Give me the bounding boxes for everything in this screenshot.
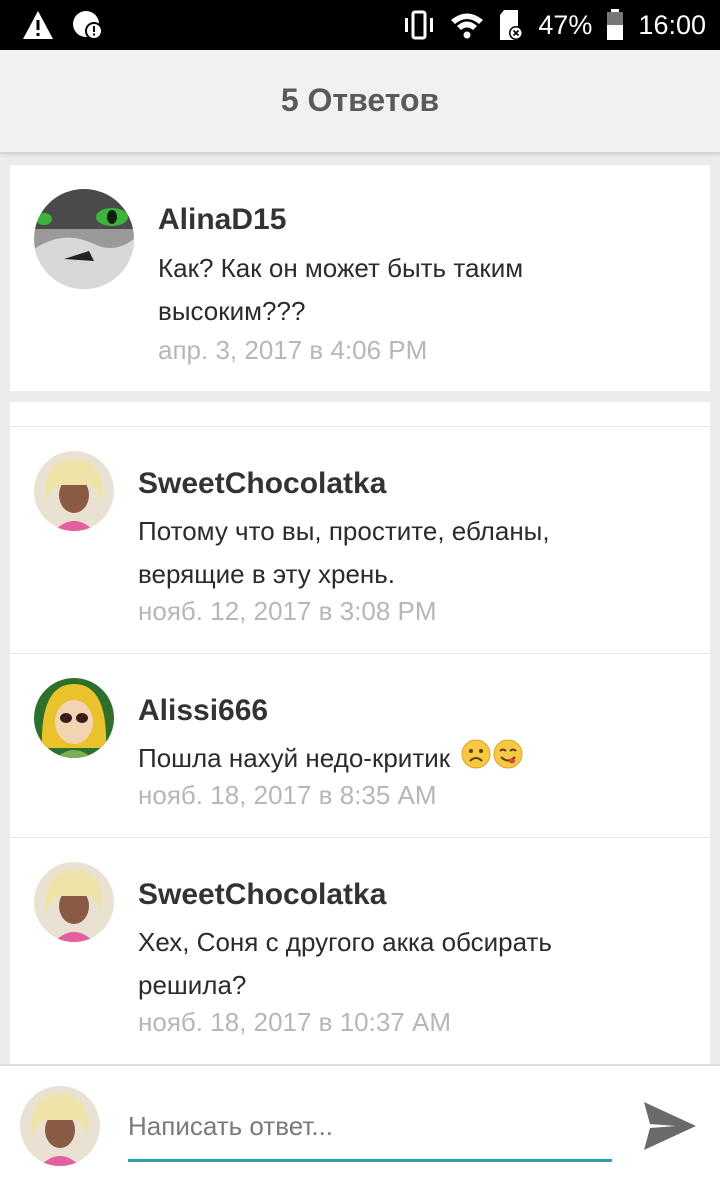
avatar[interactable]	[34, 862, 114, 942]
reply-text: Хех, Соня с другого акка обсирать решила…	[138, 927, 552, 1000]
reply-username[interactable]: SweetChocolatka	[138, 878, 386, 912]
reply-text-row: Пошла нахуй недо-критик	[138, 737, 658, 782]
main-comment-card: AlinaD15 Как? Как он может быть таким вы…	[10, 165, 710, 391]
yum-face-emoji-icon	[493, 739, 523, 782]
reply-text: Потому что вы, простите, ебланы, верящие…	[138, 516, 550, 589]
alert-badge-icon	[72, 9, 104, 41]
reply-input[interactable]	[128, 1102, 612, 1162]
send-button[interactable]	[640, 1096, 700, 1156]
battery-icon	[606, 9, 624, 41]
vibrate-icon	[402, 10, 436, 40]
status-bar: 47% 16:00	[0, 0, 720, 50]
reply-username[interactable]: SweetChocolatka	[138, 467, 386, 501]
reply-bar	[0, 1064, 720, 1184]
send-icon	[644, 1102, 696, 1150]
avatar[interactable]	[34, 451, 114, 531]
app-bar: 5 Ответов	[0, 50, 720, 154]
reply-text: Пошла нахуй недо-критик	[138, 743, 451, 773]
list-item: Alissi666 Пошла нахуй недо-критик нояб. …	[10, 654, 710, 837]
wifi-icon	[450, 11, 484, 39]
comment-text: Как? Как он может быть таким высоким???	[158, 253, 524, 326]
avatar	[20, 1086, 100, 1166]
reply-date: нояб. 18, 2017 в 8:35 AM	[138, 780, 437, 810]
avatar[interactable]	[34, 678, 114, 758]
reply-date: нояб. 18, 2017 в 10:37 AM	[138, 1007, 451, 1037]
page-title: 5 Ответов	[280, 82, 440, 118]
frowning-face-emoji-icon	[461, 739, 491, 782]
sd-card-icon	[498, 9, 524, 41]
replies-list: SweetChocolatka Потому что вы, простите,…	[10, 402, 710, 1064]
warning-icon	[22, 10, 54, 40]
reply-date: нояб. 12, 2017 в 3:08 PM	[138, 596, 437, 626]
list-item: SweetChocolatka Хех, Соня с другого акка…	[10, 838, 710, 1064]
list-item: SweetChocolatka Потому что вы, простите,…	[10, 427, 710, 653]
clock: 16:00	[638, 9, 706, 40]
comment-username[interactable]: AlinaD15	[158, 203, 286, 237]
avatar[interactable]	[34, 189, 134, 289]
comment-date: апр. 3, 2017 в 4:06 PM	[158, 335, 428, 365]
battery-percentage: 47%	[538, 9, 593, 40]
reply-username[interactable]: Alissi666	[138, 694, 268, 728]
